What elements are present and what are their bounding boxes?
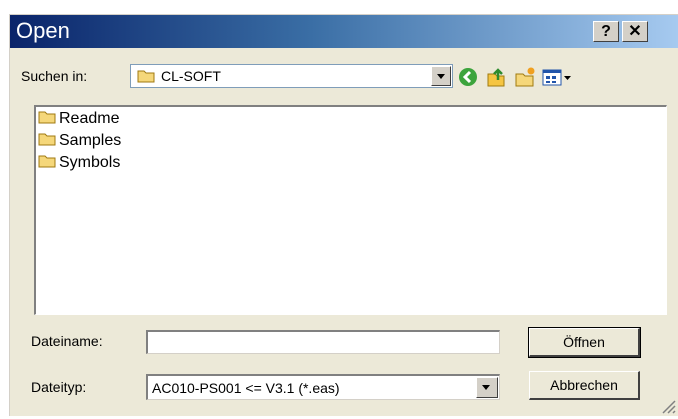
cancel-button[interactable]: Abbrechen bbox=[529, 371, 640, 400]
lookin-combo[interactable]: CL-SOFT bbox=[130, 64, 453, 88]
open-dialog: Open ? ✕ Suchen in: CL-SOFT Readme Sampl… bbox=[9, 14, 678, 416]
up-folder-icon[interactable] bbox=[485, 66, 507, 88]
list-item[interactable]: Symbols bbox=[38, 153, 120, 173]
folder-icon bbox=[137, 69, 155, 88]
view-menu-icon[interactable] bbox=[541, 66, 573, 88]
title-bar[interactable]: Open ? ✕ bbox=[10, 15, 678, 48]
close-button[interactable]: ✕ bbox=[622, 21, 648, 42]
filetype-value: AC010-PS001 <= V3.1 (*.eas) bbox=[152, 380, 340, 396]
folder-icon bbox=[38, 110, 56, 129]
resize-grip-icon[interactable] bbox=[658, 396, 676, 414]
help-button[interactable]: ? bbox=[593, 21, 619, 42]
back-icon[interactable] bbox=[457, 66, 479, 88]
list-item[interactable]: Samples bbox=[38, 131, 121, 151]
lookin-dropdown-button[interactable] bbox=[431, 66, 451, 86]
file-list[interactable]: Readme Samples Symbols bbox=[34, 105, 667, 315]
list-item[interactable]: Readme bbox=[38, 109, 119, 129]
filename-input[interactable] bbox=[146, 330, 500, 354]
filetype-dropdown-button[interactable] bbox=[476, 377, 498, 398]
filetype-combo[interactable]: AC010-PS001 <= V3.1 (*.eas) bbox=[146, 374, 500, 400]
open-button[interactable]: Öffnen bbox=[528, 327, 641, 358]
file-name: Symbols bbox=[59, 154, 121, 171]
folder-icon bbox=[38, 154, 56, 173]
lookin-value: CL-SOFT bbox=[161, 68, 221, 84]
filetype-label: Dateityp: bbox=[31, 379, 87, 395]
file-name: Samples bbox=[59, 132, 122, 149]
lookin-label: Suchen in: bbox=[21, 68, 88, 84]
filename-label: Dateiname: bbox=[31, 333, 103, 349]
window-title: Open bbox=[16, 18, 70, 43]
file-name: Readme bbox=[59, 110, 120, 127]
folder-icon bbox=[38, 132, 56, 151]
new-folder-icon[interactable] bbox=[514, 66, 536, 88]
